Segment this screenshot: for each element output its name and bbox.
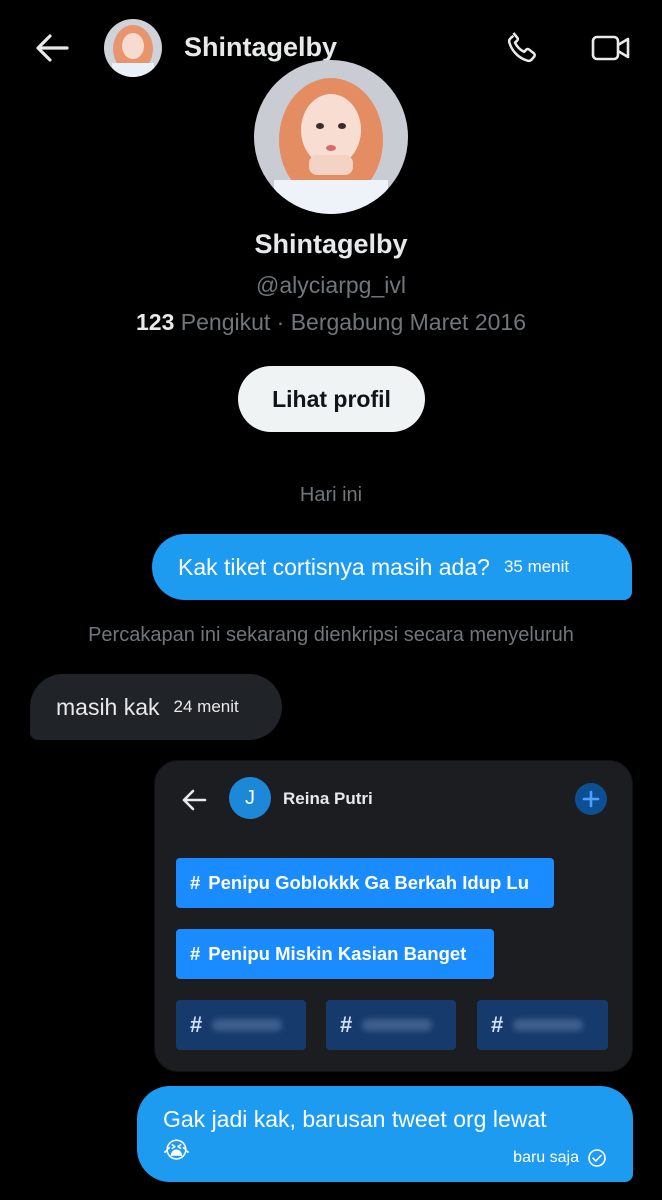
profile-handle: @alyciarpg_ivl [256, 272, 406, 298]
plus-glyph [582, 790, 600, 808]
profile-avatar[interactable] [254, 60, 408, 214]
hashtag-symbol: # [190, 1012, 203, 1037]
message-bubble-outgoing[interactable]: Kak tiket cortisnya masih ada? 35 menit [152, 534, 632, 600]
shared-image[interactable]: J Reina Putri # Penipu Goblokkk Ga Berka… [154, 760, 633, 1072]
message-text: masih kak [56, 693, 160, 720]
plus-icon [575, 783, 607, 815]
back-arrow-icon [36, 34, 69, 62]
video-call-button[interactable] [588, 26, 634, 70]
message-time: 35 menit [503, 557, 570, 576]
profile-photo-icon [254, 60, 408, 214]
message-status: baru saja [513, 1148, 607, 1168]
back-arrow-icon [182, 789, 207, 811]
message-bubble-outgoing[interactable]: Gak jadi kak, barusan tweet org lewat 😭 … [137, 1086, 633, 1182]
blurred-text [212, 1019, 283, 1031]
blurred-text [513, 1019, 584, 1031]
back-button[interactable] [30, 26, 74, 70]
hashtag-symbol: # [340, 1012, 353, 1037]
message-text: Kak tiket cortisnya masih ada? [178, 553, 490, 580]
card-back-arrow [177, 783, 211, 817]
hashtag-chip-blurred: # [477, 1000, 608, 1050]
message-bubble-incoming[interactable]: masih kak 24 menit [30, 674, 282, 740]
hashtag-chip-blurred: # [326, 1000, 456, 1050]
message-text-content: Gak jadi kak, barusan tweet org lewat [163, 1106, 547, 1132]
profile-name: Shintagelby [254, 229, 408, 259]
message-time: baru saja [513, 1149, 579, 1166]
date-separator: Hari ini [299, 484, 363, 506]
card-avatar: J [229, 777, 271, 819]
call-button[interactable] [500, 26, 544, 70]
hashtag-symbol: # [190, 872, 201, 893]
phone-icon [507, 32, 536, 63]
hashtag-symbol: # [190, 943, 201, 964]
message-time: 24 menit [173, 697, 239, 716]
profile-meta: 123 Pengikut · Bergabung Maret 2016 [0, 309, 662, 336]
blurred-text [362, 1019, 433, 1031]
card-name: Reina Putri [283, 789, 373, 808]
hashtag-chip: # Penipu Goblokkk Ga Berkah Idup Lu [176, 858, 554, 908]
followers-count: 123 [136, 309, 175, 335]
read-check-icon [588, 1149, 606, 1167]
avatar[interactable] [104, 19, 162, 77]
video-icon [591, 35, 630, 61]
encryption-notice: Percakapan ini sekarang dienkripsi secar… [88, 624, 574, 646]
hashtag-label: Penipu Miskin Kasian Banget [208, 943, 467, 964]
hashtag-label: Penipu Goblokkk Ga Berkah Idup Lu [208, 872, 530, 893]
hashtag-chip-blurred: # [176, 1000, 306, 1050]
hashtag-chip: # Penipu Miskin Kasian Banget [176, 929, 494, 979]
page-title: Shintagelby [184, 32, 338, 62]
avatar-photo-icon [104, 19, 162, 77]
view-profile-button[interactable]: Lihat profil [238, 366, 425, 432]
profile-meta-text: Pengikut · Bergabung Maret 2016 [174, 309, 526, 335]
crying-emoji: 😭 [163, 1137, 190, 1163]
hashtag-symbol: # [491, 1012, 504, 1037]
